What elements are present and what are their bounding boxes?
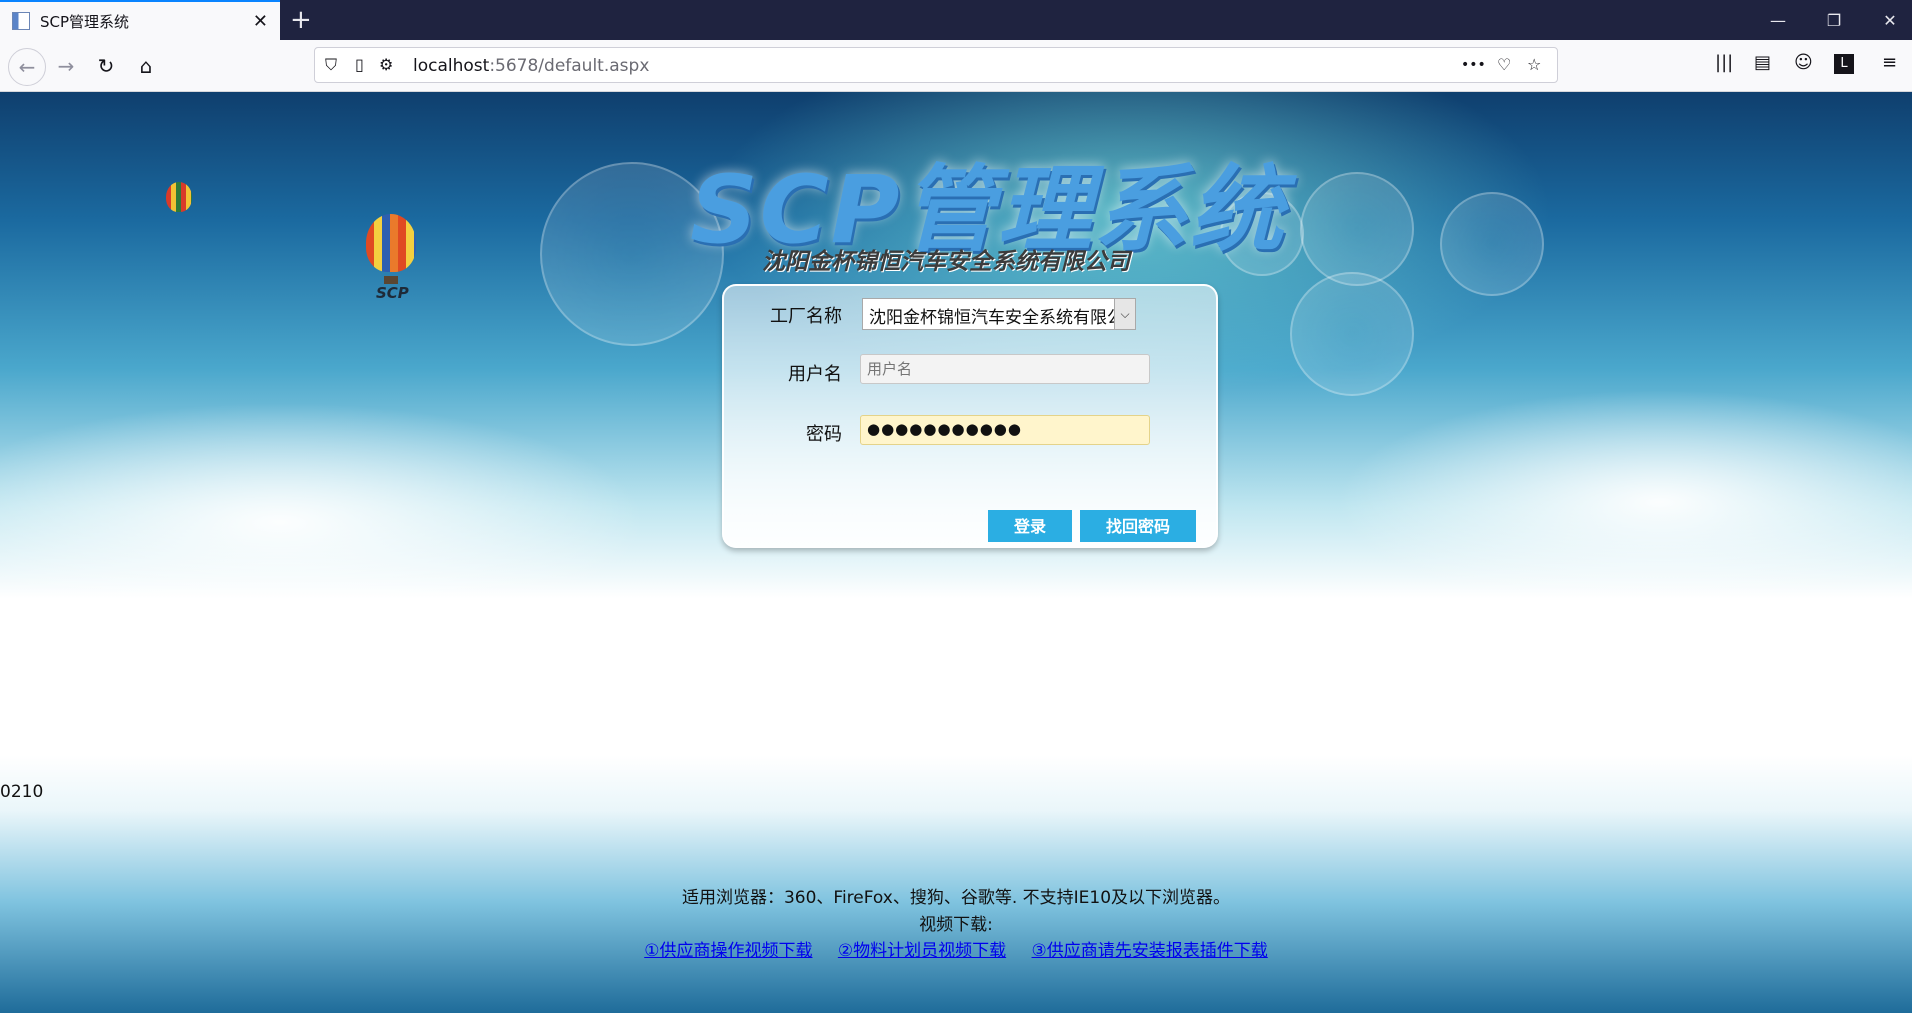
page-icon (12, 12, 30, 30)
factory-label: 工厂名称 (770, 306, 842, 327)
report-plugin-link[interactable]: ③供应商请先安装报表插件下载 (1032, 941, 1268, 961)
browser-tab[interactable]: SCP管理系统 ✕ (0, 0, 280, 40)
balloon-icon (366, 214, 416, 272)
sidebar-icon[interactable]: ▤ (1754, 52, 1771, 73)
factory-select[interactable]: 沈阳金杯锦恒汽车安全系统有限公司 ⌵ (862, 298, 1136, 330)
download-links: ①供应商操作视频下载 ②物料计划员视频下载 ③供应商请先安装报表插件下载 (0, 936, 1912, 961)
tab-bar: SCP管理系统 ✕ + — ❐ ✕ (0, 0, 1912, 40)
background-bubble (1290, 272, 1414, 396)
url-text[interactable]: localhost:5678/default.aspx (413, 56, 649, 76)
close-tab-icon[interactable]: ✕ (253, 11, 268, 32)
recover-password-button[interactable]: 找回密码 (1080, 510, 1196, 542)
account-icon[interactable]: ☺ (1794, 52, 1813, 73)
login-button[interactable]: 登录 (988, 510, 1072, 542)
version-text: 0210 (0, 782, 44, 802)
video-download-label: 视频下载: (919, 915, 993, 935)
extension-icon[interactable]: L (1834, 54, 1854, 74)
company-title: 沈阳金杯锦恒汽车安全系统有限公司 (762, 249, 1130, 275)
browser-support-note: 适用浏览器：360、FireFox、搜狗、谷歌等. 不支持IE10及以下浏览器。 (681, 888, 1231, 908)
back-icon[interactable]: ← (8, 48, 46, 86)
page-actions-icon[interactable]: ••• (1461, 57, 1486, 73)
tab-title: SCP管理系统 (40, 12, 130, 31)
restore-icon[interactable]: ❐ (1806, 0, 1862, 40)
shield-icon[interactable]: ⛉ (325, 55, 337, 75)
pocket-icon[interactable]: ♡ (1497, 55, 1511, 74)
reload-icon[interactable]: ↻ (90, 50, 122, 82)
menu-icon[interactable]: ≡ (1882, 52, 1897, 73)
url-path: :5678/default.aspx (489, 56, 650, 76)
page-info-icon[interactable]: ▯ (355, 55, 364, 74)
login-panel: 工厂名称 沈阳金杯锦恒汽车安全系统有限公司 ⌵ 用户名 密码 ●●●●●●●●●… (722, 284, 1218, 548)
balloon-basket (384, 276, 398, 284)
library-icon[interactable]: ||| (1715, 52, 1733, 73)
url-bar[interactable]: ⛉ ▯ ⚙ localhost:5678/default.aspx ••• ♡ … (314, 47, 1558, 83)
login-page: SCP管理系统 沈阳金杯锦恒汽车安全系统有限公司 SCP 工厂名称 沈阳金杯锦恒… (0, 92, 1912, 1013)
chevron-down-icon[interactable]: ⌵ (1114, 299, 1135, 329)
supplier-video-link[interactable]: ①供应商操作视频下载 (644, 941, 812, 961)
permissions-icon[interactable]: ⚙ (379, 55, 393, 74)
close-window-icon[interactable]: ✕ (1862, 0, 1912, 40)
home-icon[interactable]: ⌂ (130, 50, 162, 82)
navigation-bar: ← → ↻ ⌂ ⛉ ▯ ⚙ localhost:5678/default.asp… (0, 40, 1912, 92)
username-input[interactable] (860, 354, 1150, 384)
forward-icon[interactable]: → (50, 50, 82, 82)
username-label: 用户名 (788, 364, 842, 385)
password-input[interactable]: ●●●●●●●●●●● (860, 415, 1150, 445)
balloon-label: SCP (376, 284, 409, 302)
planner-video-link[interactable]: ②物料计划员视频下载 (838, 941, 1006, 961)
bookmark-star-icon[interactable]: ☆ (1527, 55, 1541, 74)
minimize-icon[interactable]: — (1750, 0, 1806, 40)
url-host: localhost (413, 56, 490, 76)
background-bubble (1300, 172, 1414, 286)
balloon-icon (166, 182, 192, 212)
new-tab-button[interactable]: + (290, 4, 312, 36)
background-bubble (1440, 192, 1544, 296)
factory-selected-value: 沈阳金杯锦恒汽车安全系统有限公司 (869, 308, 1136, 328)
password-label: 密码 (806, 424, 842, 445)
